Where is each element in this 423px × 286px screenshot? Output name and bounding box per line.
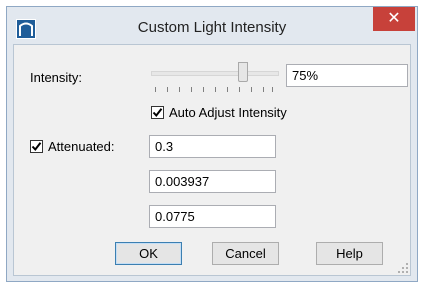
attenuation-constant-input[interactable]: 0.3 [149, 135, 276, 158]
auto-adjust-checkbox[interactable] [151, 106, 164, 119]
attenuated-label[interactable]: Attenuated: [48, 139, 115, 154]
dialog-window: Custom Light Intensity ✕ Intensity: 75% … [6, 6, 418, 282]
intensity-slider-thumb[interactable] [238, 62, 248, 82]
checkmark-icon [31, 142, 42, 152]
intensity-slider-track[interactable] [151, 71, 279, 76]
close-icon: ✕ [387, 10, 401, 27]
intensity-input[interactable]: 75% [286, 64, 408, 87]
dialog-content: Intensity: 75% Auto Adjust Intensity Att… [13, 44, 411, 276]
title-bar[interactable]: Custom Light Intensity ✕ [7, 7, 417, 43]
attenuation-linear-input[interactable]: 0.003937 [149, 170, 276, 193]
ok-button[interactable]: OK [115, 242, 182, 265]
auto-adjust-label[interactable]: Auto Adjust Intensity [169, 105, 287, 120]
intensity-slider-ticks [155, 87, 273, 93]
close-button[interactable]: ✕ [373, 7, 415, 31]
cancel-button[interactable]: Cancel [212, 242, 279, 265]
intensity-label: Intensity: [30, 70, 83, 85]
attenuated-checkbox[interactable] [30, 140, 43, 153]
checkmark-icon [152, 108, 163, 118]
window-title: Custom Light Intensity [137, 19, 287, 36]
attenuation-quadratic-input[interactable]: 0.0775 [149, 205, 276, 228]
resize-grip-icon[interactable] [398, 263, 408, 273]
help-button[interactable]: Help [316, 242, 383, 265]
